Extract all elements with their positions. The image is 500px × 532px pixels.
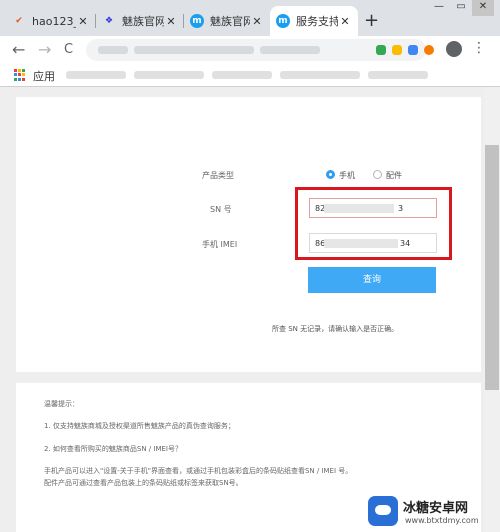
bookmarks-bar: 应用 [0,64,500,87]
hao123-icon: ✔ [15,16,23,26]
profile-avatar-icon[interactable] [446,41,462,57]
url-text-obscured [134,46,254,54]
minimize-icon[interactable]: — [428,0,450,16]
close-icon[interactable]: ✕ [250,15,264,28]
watermark-url: www.btxtdmy.com [405,516,479,525]
scrollbar-thumb[interactable] [485,145,499,390]
refresh-icon[interactable]: C [64,42,73,57]
tips-heading: 温馨提示： [44,400,79,408]
new-tab-button[interactable]: + [364,10,379,31]
extension-icon[interactable] [376,45,386,55]
tab-title: hao123_ [32,14,76,28]
red-highlight-box [295,187,452,260]
tip-item-1: 1. 仅支持魅族商城及授权渠道所售魅族产品的真伪查询服务； [44,422,235,430]
bookmark-obscured[interactable] [368,71,428,79]
no-record-hint: 所查 SN 无记录，请确认输入是否正确。 [272,325,399,333]
watermark-title: 冰糖安卓网 [403,501,469,516]
close-icon[interactable]: ✕ [164,15,178,28]
close-icon[interactable]: ✕ [76,15,90,28]
watermark-logo-icon [368,496,398,526]
radio-phone-label[interactable]: 手机 [339,170,355,181]
page-content: 产品类型 手机 配件 SN 号 82 3 手机 IMEI 86 34 查询 所查… [0,87,500,532]
tip-item-2: 2. 如何查看所购买的魅族商品SN / IMEI号？ [44,445,182,453]
extension-icon[interactable] [424,45,434,55]
tab-meizu-2[interactable]: m 魅族官网 ✕ [184,6,270,36]
sn-label: SN 号 [210,205,232,214]
radio-accessory-label[interactable]: 配件 [386,170,402,181]
bookmark-obscured[interactable] [280,71,360,79]
tab-title: 服务支持 [296,15,338,28]
tab-meizu-1[interactable]: ❖ 魅族官网 ✕ [96,6,184,36]
close-icon[interactable]: ✕ [338,15,352,28]
address-bar[interactable] [86,39,426,61]
meizu-icon: m [276,14,290,28]
meizu-icon: m [190,14,204,28]
product-type-label: 产品类型 [202,171,234,180]
window-controls: — ▭ ✕ [428,0,494,16]
restore-icon[interactable]: ▭ [450,0,472,16]
radio-accessory[interactable] [373,170,382,179]
tab-hao123[interactable]: ✔ hao123_ ✕ [6,6,96,36]
tip-item-3: 手机产品可以进入"设置-关于手机"界面查看，或通过手机包装彩盒后的条码贴纸查看S… [44,467,353,475]
bookmark-obscured[interactable] [134,71,204,79]
browser-toolbar: ← → C ⋮ [0,36,500,64]
tab-title: 魅族官网 [210,15,250,28]
extension-icon[interactable] [408,45,418,55]
tab-strip: ✔ hao123_ ✕ ❖ 魅族官网 ✕ m 魅族官网 ✕ m 服务支持 ✕ +… [0,0,500,36]
back-icon[interactable]: ← [12,40,25,59]
baidu-paw-icon: ❖ [104,16,114,26]
query-button[interactable]: 查询 [308,267,436,293]
url-text-obscured [98,46,128,54]
imei-label: 手机 IMEI [202,240,238,249]
apps-grid-icon[interactable] [14,69,26,81]
bookmark-obscured[interactable] [66,71,126,79]
window-close-icon[interactable]: ✕ [472,0,494,16]
tab-service-support[interactable]: m 服务支持 ✕ [270,6,358,36]
radio-phone[interactable] [326,170,335,179]
tip-item-4: 配件产品可通过查看产品包装上的条码贴纸或标签来获取SN号。 [44,479,243,487]
tab-title: 魅族官网 [122,15,164,28]
apps-bookmark[interactable]: 应用 [33,68,55,84]
menu-icon[interactable]: ⋮ [472,40,486,56]
url-text-obscured [260,46,320,54]
forward-icon[interactable]: → [38,40,51,59]
bookmark-obscured[interactable] [212,71,272,79]
extension-icon[interactable] [392,45,402,55]
